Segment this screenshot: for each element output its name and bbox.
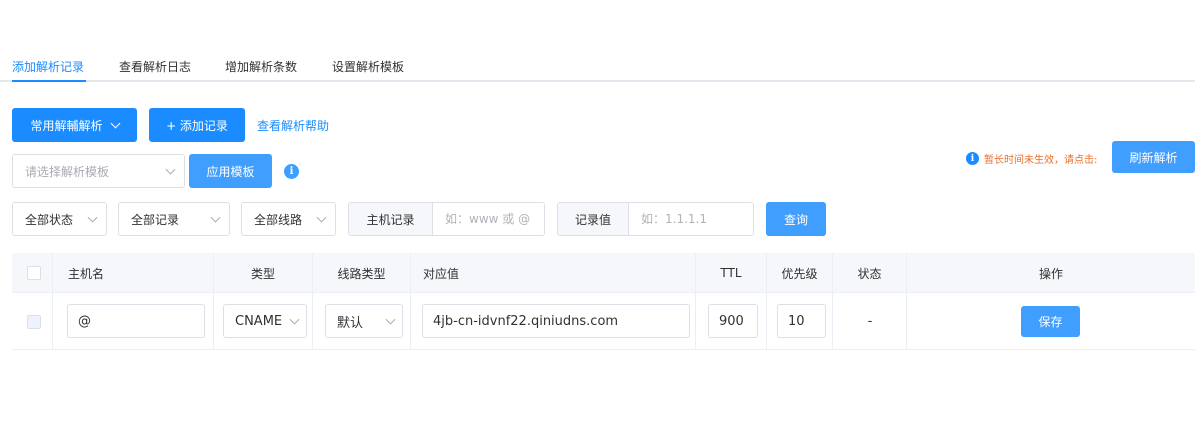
record-filter-value: 全部记录 (131, 212, 180, 227)
info-icon[interactable]: i (284, 164, 299, 179)
column-header-value: 对应值 (411, 253, 696, 293)
active-tab-indicator (12, 80, 86, 82)
line-filter-value: 全部线路 (254, 212, 303, 227)
notice-text: 暂长时间未生效，请点击: (984, 155, 1098, 166)
line-select[interactable]: 默认 (325, 304, 403, 338)
line-cell: 默认 (313, 293, 411, 350)
value-cell (411, 293, 696, 350)
table-header: 主机名 类型 线路类型 对应值 TTL 优先级 状态 操作 (12, 253, 1195, 293)
ttl-cell (696, 293, 767, 350)
column-header-priority: 优先级 (767, 253, 833, 293)
info-icon: i (966, 152, 979, 165)
header-checkbox-cell (12, 253, 53, 293)
template-select-placeholder: 请选择解析模板 (25, 164, 110, 179)
status-filter-value: 全部状态 (25, 212, 74, 227)
column-header-host: 主机名 (53, 253, 214, 293)
apply-template-button[interactable]: 应用模板 (189, 154, 272, 188)
common-resolve-label: 常用解輔解析 (30, 118, 103, 133)
chevron-down-icon (385, 314, 396, 325)
common-resolve-dropdown-button[interactable]: 常用解輔解析 (12, 108, 137, 142)
record-filter-select[interactable]: 全部记录 (118, 202, 230, 236)
save-button[interactable]: 保存 (1021, 306, 1080, 337)
status-filter-select[interactable]: 全部状态 (12, 202, 107, 236)
type-cell: CNAME (214, 293, 313, 350)
chevron-down-icon (316, 212, 327, 223)
priority-cell (767, 293, 833, 350)
ttl-input[interactable] (708, 304, 758, 338)
record-value-label: 记录值 (558, 203, 629, 235)
help-link[interactable]: 查看解析帮助 (257, 117, 329, 134)
column-header-actions: 操作 (1038, 266, 1063, 281)
row-checkbox[interactable] (27, 315, 41, 329)
row-checkbox-cell (12, 293, 53, 350)
line-filter-select[interactable]: 全部线路 (241, 202, 336, 236)
column-header-type: 类型 (214, 253, 313, 293)
query-button[interactable]: 查询 (766, 202, 826, 236)
select-all-checkbox[interactable] (27, 266, 41, 280)
refresh-resolve-button[interactable]: 刷新解析 (1112, 141, 1195, 173)
tab-bar: 添加解析记录 查看解析日志 增加解析条数 设置解析模板 (0, 50, 1195, 82)
type-select-value: CNAME (235, 313, 283, 329)
record-value-input[interactable] (629, 203, 753, 235)
host-cell (53, 293, 214, 350)
line-select-value: 默认 (337, 315, 364, 331)
tab-view-log[interactable]: 查看解析日志 (119, 58, 191, 75)
table-row: CNAME 默认 - 保存 (12, 293, 1195, 350)
tab-add-record[interactable]: 添加解析记录 (12, 58, 84, 75)
template-select[interactable]: 请选择解析模板 (12, 154, 185, 188)
status-cell: - (833, 293, 907, 350)
actions-cell: 保存 (907, 293, 1195, 350)
tab-increase-count[interactable]: 增加解析条数 (225, 58, 297, 75)
host-record-label: 主机记录 (349, 203, 433, 235)
chevron-down-icon (165, 164, 176, 175)
host-input[interactable] (67, 304, 205, 338)
chevron-down-icon (110, 118, 120, 128)
chevron-down-icon (87, 212, 98, 223)
column-header-ttl: TTL (696, 253, 767, 293)
type-select[interactable]: CNAME (223, 304, 307, 338)
record-value-search: 记录值 (557, 202, 754, 236)
add-record-button[interactable]: + 添加记录 (149, 108, 245, 142)
chevron-down-icon (289, 314, 300, 325)
host-record-search: 主机记录 (348, 202, 545, 236)
column-header-line: 线路类型 (313, 253, 411, 293)
chevron-down-icon (210, 212, 221, 223)
priority-input[interactable] (777, 304, 826, 338)
host-record-input[interactable] (433, 203, 544, 235)
tab-template-settings[interactable]: 设置解析模板 (332, 58, 404, 75)
status-value: - (867, 314, 873, 329)
column-header-status: 状态 (833, 253, 907, 293)
record-value-field[interactable] (422, 304, 690, 338)
notice: i 暂长时间未生效，请点击: (966, 151, 1097, 166)
